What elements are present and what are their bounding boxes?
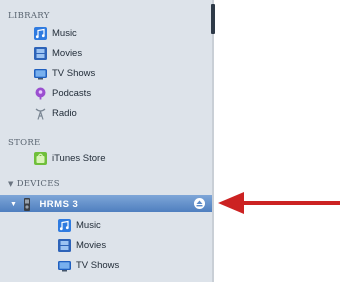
- podcast-icon: [34, 87, 47, 100]
- store-heading: STORE: [8, 138, 41, 148]
- sidebar-item-label: Music: [76, 219, 101, 231]
- device-row[interactable]: ▼ HRMS 3: [10, 197, 78, 211]
- devices-heading: ▼ DEVICES: [8, 179, 60, 189]
- sidebar-item-label: Movies: [52, 47, 83, 59]
- sidebar-divider: [212, 0, 214, 282]
- sidebar-item-tv-shows[interactable]: TV Shows: [34, 65, 95, 81]
- music-note-icon: [34, 26, 47, 40]
- sidebar-item-label: Radio: [52, 107, 77, 119]
- sidebar-item-movies[interactable]: Movies: [34, 45, 82, 61]
- sidebar-item-label: Podcasts: [52, 87, 92, 99]
- sidebar-item-itunes-store[interactable]: iTunes Store: [34, 150, 106, 166]
- red-arrow-icon: [218, 192, 340, 214]
- sidebar-item-label: TV Shows: [52, 67, 96, 79]
- tv-icon: [58, 259, 71, 272]
- music-note-icon: [58, 218, 71, 232]
- sidebar-item-radio[interactable]: Radio: [34, 105, 77, 121]
- ipod-icon: [23, 197, 31, 211]
- sidebar-item-podcasts[interactable]: Podcasts: [34, 85, 91, 101]
- library-heading: LIBRARY: [8, 11, 50, 21]
- devices-heading-label: DEVICES: [16, 179, 60, 189]
- film-icon: [58, 238, 71, 252]
- sidebar-scrollbar[interactable]: [211, 4, 215, 34]
- film-icon: [34, 46, 47, 60]
- sidebar-item-label: Music: [52, 27, 77, 39]
- device-name: HRMS 3: [39, 198, 79, 210]
- sidebar-item-label: iTunes Store: [52, 152, 106, 164]
- sidebar-item-label: Movies: [76, 239, 107, 251]
- itunes-store-icon: [34, 151, 47, 165]
- sidebar-item-music[interactable]: Music: [34, 25, 77, 41]
- device-item-movies[interactable]: Movies: [58, 237, 106, 253]
- radio-antenna-icon: [34, 107, 47, 120]
- disclosure-triangle-icon[interactable]: ▼: [8, 180, 14, 188]
- eject-icon[interactable]: [194, 198, 205, 209]
- sidebar-item-label: TV Shows: [76, 259, 120, 271]
- tv-icon: [34, 67, 47, 80]
- device-item-tv-shows[interactable]: TV Shows: [58, 257, 119, 273]
- device-item-music[interactable]: Music: [58, 217, 101, 233]
- device-disclosure-icon[interactable]: ▼: [10, 201, 17, 208]
